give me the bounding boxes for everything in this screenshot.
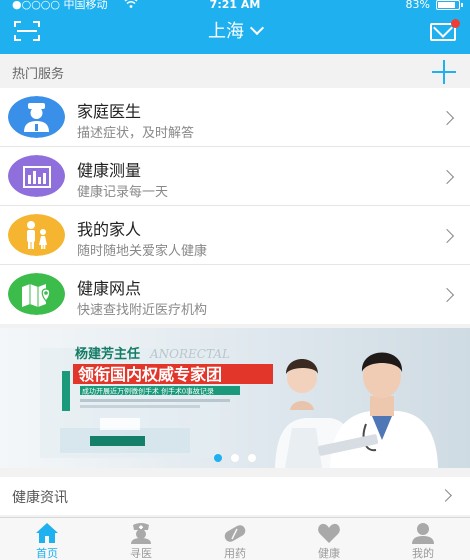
battery-percent: 83% <box>405 0 430 11</box>
city-selector[interactable]: 上海 <box>0 20 470 44</box>
service-desc: 快速查找附近医疗机构 <box>77 303 208 318</box>
tab-bar: 首页 寻医 用药 健康 我的 <box>0 517 470 560</box>
tab-label: 寻医 <box>130 547 152 560</box>
tab-health[interactable]: 健康 <box>282 518 376 560</box>
city-label: 上海 <box>208 21 244 42</box>
chevron-down-icon <box>249 20 265 36</box>
pager-dot[interactable] <box>231 454 239 462</box>
clock: 7:21 AM <box>209 0 261 11</box>
tab-label: 用药 <box>224 547 246 560</box>
pager-dot[interactable] <box>248 454 256 462</box>
service-list: 家庭医生 描述症状，及时解答 健康测量 健康记录每一天 我的家人 随时随地关爱家… <box>0 88 470 324</box>
chevron-right-icon <box>439 110 455 126</box>
tab-find-doctor[interactable]: 寻医 <box>94 518 188 560</box>
news-title: 健康资讯 <box>12 490 68 506</box>
doctor-icon <box>8 96 65 138</box>
banner-headline: 领衔国内权威专家团 <box>78 365 222 384</box>
nurse-icon <box>131 523 151 544</box>
banner-latin-text: ANORECTAL <box>149 347 230 361</box>
tab-home[interactable]: 首页 <box>0 518 94 560</box>
tab-label: 首页 <box>36 547 58 560</box>
service-desc: 描述症状，及时解答 <box>77 126 195 141</box>
top-bar: ●○○○○ 中国移动 7:21 AM 83% 上海 <box>0 0 470 54</box>
banner-pager <box>212 454 262 464</box>
tab-mine[interactable]: 我的 <box>376 518 470 560</box>
map-pin-icon <box>8 273 65 315</box>
section-title: 热门服务 <box>12 67 65 82</box>
add-icon[interactable] <box>432 60 456 84</box>
health-news-row[interactable]: 健康资讯 <box>0 477 470 515</box>
unread-badge <box>451 19 460 28</box>
chevron-right-icon <box>439 228 455 244</box>
message-button[interactable] <box>430 18 460 41</box>
banner-doctor-name: 杨建芳主任 <box>75 346 140 361</box>
pill-icon <box>224 525 246 542</box>
heart-icon <box>318 523 340 543</box>
service-name: 健康网点 <box>77 279 142 298</box>
service-item-health-outlets[interactable]: 健康网点 快速查找附近医疗机构 <box>0 265 470 324</box>
status-bar: ●○○○○ 中国移动 7:21 AM 83% <box>0 0 470 14</box>
service-item-health-measure[interactable]: 健康测量 健康记录每一天 <box>0 147 470 206</box>
banner-artwork: 杨建芳主任 ANORECTAL 领衔国内权威专家团 成功开展近万例微创手术 创手… <box>0 328 470 468</box>
chevron-right-icon <box>439 287 455 303</box>
pager-dot-active[interactable] <box>214 454 222 462</box>
service-item-my-family[interactable]: 我的家人 随时随地关爱家人健康 <box>0 206 470 265</box>
chevron-right-icon <box>439 489 452 502</box>
home-icon <box>36 523 58 543</box>
tab-label: 我的 <box>412 547 434 560</box>
service-name: 我的家人 <box>77 220 142 239</box>
service-name: 健康测量 <box>77 161 142 180</box>
tab-medication[interactable]: 用药 <box>188 518 282 560</box>
tab-label: 健康 <box>318 547 340 560</box>
promo-banner[interactable]: 杨建芳主任 ANORECTAL 领衔国内权威专家团 成功开展近万例微创手术 创手… <box>0 328 470 468</box>
service-name: 家庭医生 <box>77 102 142 121</box>
service-desc: 随时随地关爱家人健康 <box>77 244 208 259</box>
hot-services-header: 热门服务 <box>0 54 470 88</box>
battery-icon <box>436 0 463 10</box>
chart-icon <box>8 155 65 197</box>
family-icon <box>8 214 65 256</box>
service-desc: 健康记录每一天 <box>77 185 169 200</box>
banner-subline: 成功开展近万例微创手术 创手术0事故记录 <box>82 387 214 396</box>
service-item-family-doctor[interactable]: 家庭医生 描述症状，及时解答 <box>0 88 470 147</box>
person-icon <box>412 523 434 544</box>
chevron-right-icon <box>439 169 455 185</box>
